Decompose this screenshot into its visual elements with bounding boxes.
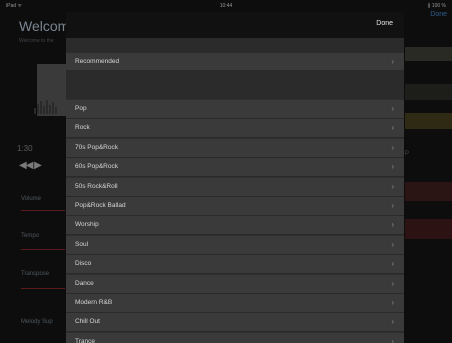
chevron-right-icon: › bbox=[391, 142, 394, 152]
time-readout: 1:30 bbox=[17, 144, 33, 153]
genre-label: Rock bbox=[75, 124, 90, 132]
chevron-right-icon: › bbox=[391, 181, 394, 191]
chevron-right-icon: › bbox=[391, 278, 394, 288]
genre-row[interactable]: Pop › bbox=[66, 100, 404, 119]
genre-row[interactable]: Worship › bbox=[66, 216, 404, 236]
modal-header: Done bbox=[66, 12, 404, 38]
volume-slider[interactable] bbox=[21, 210, 65, 211]
chevron-right-icon: › bbox=[391, 259, 394, 269]
melody-label: Melody Sup bbox=[21, 319, 53, 325]
genre-label: Soul bbox=[75, 240, 89, 248]
recommended-row[interactable]: Recommended › bbox=[66, 53, 404, 71]
bg-right-block bbox=[405, 84, 452, 100]
genre-label: Pop bbox=[75, 105, 87, 112]
genre-row[interactable]: Trance › bbox=[66, 332, 404, 343]
genre-label: Dance bbox=[75, 279, 94, 287]
genre-row[interactable]: Chill Out › bbox=[66, 313, 404, 333]
chevron-right-icon: › bbox=[391, 298, 394, 307]
chevron-right-icon: › bbox=[391, 336, 394, 343]
chevron-right-icon: › bbox=[391, 220, 394, 230]
volume-label: Volume bbox=[21, 196, 42, 202]
genre-label: 70s Pop&Rock bbox=[75, 143, 118, 151]
genre-row[interactable]: 50s Rock&Roll › bbox=[66, 177, 404, 197]
chevron-right-icon: › bbox=[391, 239, 394, 249]
genre-row[interactable]: Soul › bbox=[66, 235, 404, 255]
genre-row[interactable]: 70s Pop&Rock › bbox=[66, 138, 404, 158]
genre-row[interactable]: Dance › bbox=[66, 274, 404, 294]
chevron-right-icon: › bbox=[391, 317, 394, 327]
genre-label: Worship bbox=[75, 221, 99, 229]
chevron-right-icon: › bbox=[391, 162, 394, 172]
genre-row[interactable]: Rock › bbox=[66, 119, 404, 139]
bg-right-block bbox=[405, 219, 452, 239]
genre-label: 50s Rock&Roll bbox=[75, 182, 118, 190]
genre-row[interactable]: Pop&Rock Ballad › bbox=[66, 197, 404, 216]
bg-right-block bbox=[405, 47, 452, 61]
genre-row[interactable]: Modern R&B › bbox=[66, 294, 404, 313]
genre-label: Disco bbox=[75, 260, 92, 268]
style-picker-modal: Done Recommended › Pop › Rock › 70s Pop&Rock… bbox=[66, 12, 404, 343]
genre-label: Modern R&B bbox=[75, 299, 113, 306]
chevron-right-icon: › bbox=[391, 104, 394, 113]
waveform-icon bbox=[32, 98, 68, 114]
chevron-right-icon: › bbox=[391, 123, 394, 133]
background-done-button: Done bbox=[430, 11, 447, 18]
battery-indicator: ∦ 100 % bbox=[427, 3, 446, 9]
transport-controls-icon[interactable]: ◀◀ ▶ bbox=[19, 160, 42, 171]
bg-right-fragment: P bbox=[405, 151, 410, 157]
section-gap bbox=[66, 38, 404, 53]
row-label: Recommended bbox=[75, 58, 120, 65]
chevron-right-icon: › bbox=[391, 57, 394, 66]
tempo-label: Tempo bbox=[21, 233, 40, 239]
chevron-right-icon: › bbox=[391, 201, 394, 210]
section-gap bbox=[66, 71, 404, 99]
done-button[interactable]: Done bbox=[376, 20, 393, 27]
transpose-slider[interactable] bbox=[21, 288, 65, 289]
background-title: Welcom bbox=[19, 18, 70, 34]
genre-row[interactable]: Disco › bbox=[66, 255, 404, 275]
bg-right-block bbox=[405, 182, 452, 201]
transpose-label: Transpose bbox=[21, 271, 50, 277]
genre-row[interactable]: 60s Pop&Rock › bbox=[66, 158, 404, 178]
genre-label: Pop&Rock Ballad bbox=[75, 202, 126, 209]
background-subtitle: Welcome to the bbox=[19, 38, 54, 44]
genre-label: Chill Out bbox=[75, 318, 100, 326]
status-time: 10:44 bbox=[219, 3, 233, 9]
bg-right-block bbox=[405, 113, 452, 129]
genre-label: Trance bbox=[75, 337, 95, 343]
genre-label: 60s Pop&Rock bbox=[75, 163, 118, 171]
tempo-slider[interactable] bbox=[21, 249, 65, 250]
status-bar: iPad ᯤ 10:44 ∦ 100 % bbox=[0, 0, 452, 12]
